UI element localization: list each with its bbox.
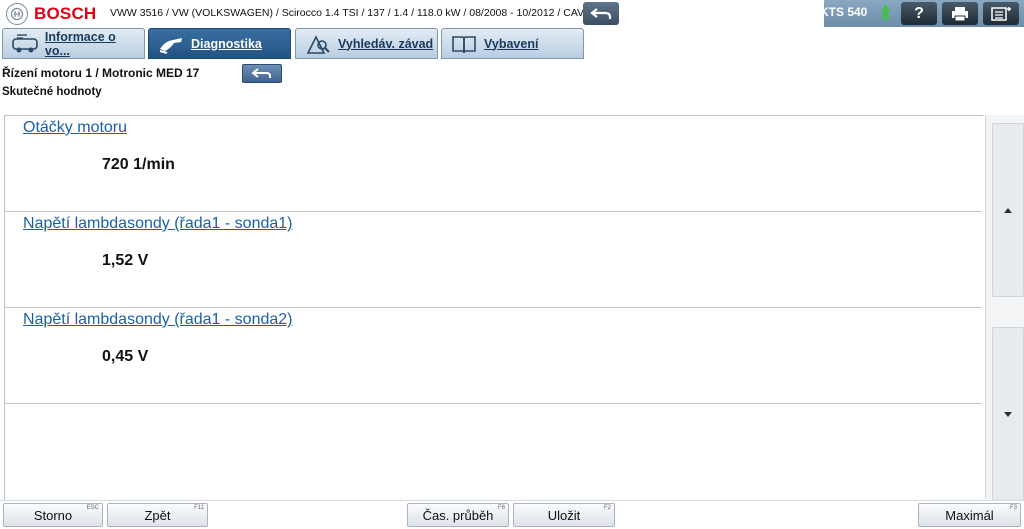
brand: BOSCH bbox=[6, 3, 96, 25]
back-arrow-icon bbox=[590, 7, 612, 19]
value-label[interactable]: Otáčky motoru bbox=[23, 119, 127, 137]
help-icon: ? bbox=[914, 4, 924, 22]
back-function-button[interactable]: Zpět F11 bbox=[107, 503, 208, 527]
tab-diagnostics[interactable]: Diagnostika bbox=[148, 28, 291, 59]
value-label[interactable]: Napětí lambdasondy (řada1 - sonda1) bbox=[23, 215, 293, 233]
device-name: KTS 540 bbox=[820, 5, 868, 19]
actual-values-list: Otáčky motoru 720 1/min Napětí lambdason… bbox=[4, 115, 983, 501]
bosch-logo-icon bbox=[6, 3, 28, 25]
tab-label: Vybavení bbox=[484, 36, 539, 51]
tab-label: Vyhledáv. závad bbox=[338, 36, 434, 51]
help-button[interactable]: ? bbox=[901, 2, 937, 25]
back-arrow-icon bbox=[251, 67, 271, 78]
value-reading: 1,52 V bbox=[102, 252, 149, 269]
button-label: Zpět bbox=[144, 507, 171, 523]
print-icon bbox=[952, 6, 968, 21]
maximize-button[interactable]: Maximál F3 bbox=[918, 503, 1021, 527]
function-key: F2 bbox=[603, 505, 611, 511]
scroll-up-button[interactable] bbox=[992, 123, 1024, 297]
back-button[interactable] bbox=[583, 2, 619, 25]
button-label: Maximál bbox=[945, 507, 994, 523]
button-label: Storno bbox=[33, 507, 73, 523]
storno-button[interactable]: Storno ESC bbox=[3, 503, 103, 527]
diagnostics-hand-icon bbox=[159, 37, 182, 54]
tab-row: Informace o vo... Diagnostika Vyhledáv. … bbox=[0, 27, 1024, 61]
function-bar: Storno ESC Zpět F11 Čas. průběh F6 Uloži… bbox=[0, 500, 1024, 529]
value-reading: 0,45 V bbox=[102, 348, 149, 365]
value-reading: 720 1/min bbox=[102, 156, 175, 173]
save-button[interactable]: Uložit F2 bbox=[513, 503, 615, 527]
search-fault-icon bbox=[306, 34, 330, 54]
page-subtitle: Skutečné hodnoty bbox=[2, 86, 102, 98]
menu-button[interactable] bbox=[983, 2, 1019, 25]
print-button[interactable] bbox=[942, 2, 978, 25]
button-label: Čas. průběh bbox=[422, 507, 494, 523]
value-row[interactable]: Napětí lambdasondy (řada1 - sonda2) 0,45… bbox=[5, 308, 982, 404]
value-row[interactable]: Napětí lambdasondy (řada1 - sonda1) 1,52… bbox=[5, 212, 982, 308]
function-key: F3 bbox=[1009, 505, 1017, 511]
tab-fault-search[interactable]: Vyhledáv. závad bbox=[295, 28, 438, 59]
function-key: F11 bbox=[194, 505, 204, 511]
book-icon bbox=[452, 35, 476, 53]
scroll-down-icon bbox=[1004, 411, 1012, 417]
car-info-icon bbox=[12, 33, 38, 52]
tab-label: Informace o vo... bbox=[44, 29, 116, 58]
vehicle-info: VWW 3516 / VW (VOLKSWAGEN) / Scirocco 1.… bbox=[110, 7, 592, 19]
module-title: Řízení motoru 1 / Motronic MED 17 bbox=[2, 66, 200, 80]
value-row[interactable]: Otáčky motoru 720 1/min bbox=[5, 116, 982, 212]
scroll-up-icon bbox=[1004, 207, 1012, 213]
value-label[interactable]: Napětí lambdasondy (řada1 - sonda2) bbox=[23, 311, 293, 329]
brand-name: BOSCH bbox=[34, 4, 97, 23]
menu-icon bbox=[991, 6, 1011, 21]
scrollbar[interactable] bbox=[985, 115, 1024, 501]
tab-vehicle-info[interactable]: Informace o vo... bbox=[2, 28, 145, 59]
tab-label: Diagnostika bbox=[191, 36, 262, 51]
time-course-button[interactable]: Čas. průběh F6 bbox=[407, 503, 509, 527]
module-back-button[interactable] bbox=[242, 64, 282, 83]
tab-equipment[interactable]: Vybavení bbox=[441, 28, 584, 59]
function-key: ESC bbox=[86, 505, 99, 511]
scroll-down-button[interactable] bbox=[992, 327, 1024, 501]
function-key: F6 bbox=[497, 505, 505, 511]
button-label: Uložit bbox=[547, 507, 581, 523]
bluetooth-icon bbox=[880, 4, 891, 22]
